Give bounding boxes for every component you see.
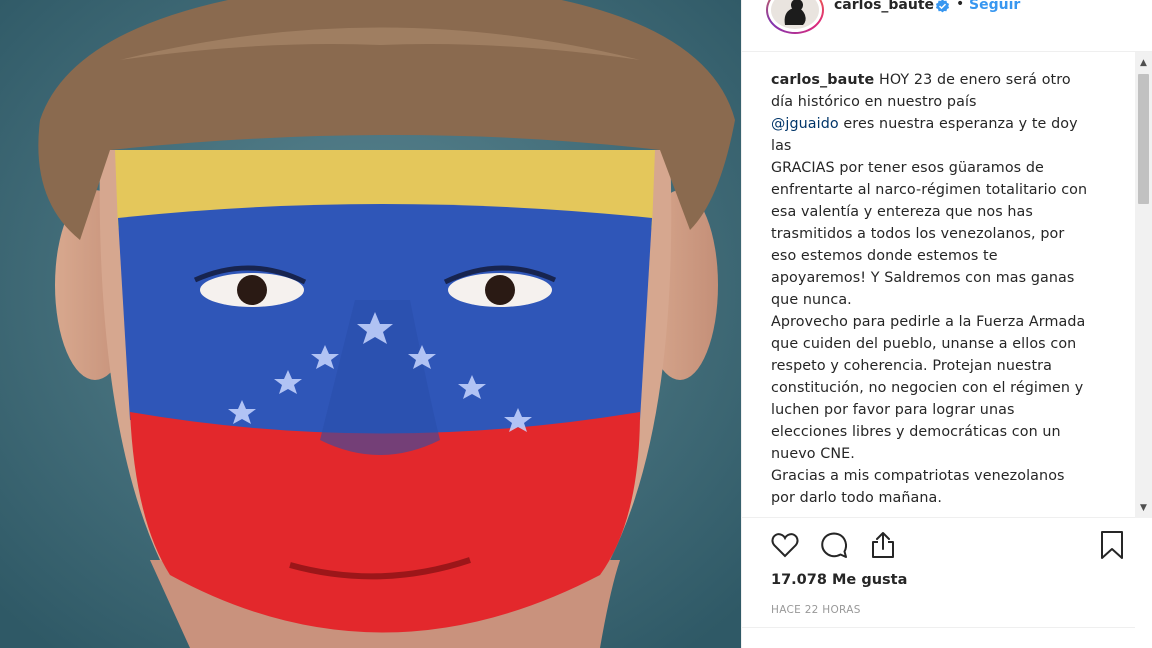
like-button[interactable]	[770, 530, 800, 560]
comment-divider	[742, 627, 1135, 628]
post-side-panel: carlos_baute • Seguir carlos_baute HOY 2…	[742, 0, 1152, 648]
caption-scroll-area[interactable]: carlos_baute HOY 23 de enero será otro d…	[742, 52, 1152, 518]
like-count[interactable]: 17.078 Me gusta	[771, 572, 907, 588]
caption-text-part-2: eres nuestra esperanza y te doy las GRAC…	[771, 116, 1088, 506]
post-photo[interactable]	[0, 0, 741, 648]
header-separator: •	[956, 0, 965, 12]
scroll-up-arrow-icon[interactable]: ▲	[1135, 54, 1152, 71]
post-caption: carlos_baute HOY 23 de enero será otro d…	[771, 69, 1111, 509]
heart-icon	[771, 533, 799, 558]
bookmark-icon	[1101, 531, 1123, 559]
post-username[interactable]: carlos_baute	[834, 0, 934, 13]
caption-scrollbar[interactable]: ▲ ▼	[1135, 52, 1152, 518]
verified-badge-icon	[935, 0, 950, 13]
share-icon	[872, 532, 894, 558]
avatar-frame	[768, 0, 822, 32]
share-button[interactable]	[868, 530, 898, 560]
save-button[interactable]	[1097, 530, 1127, 560]
post-header: carlos_baute • Seguir	[742, 0, 1152, 52]
post-timestamp[interactable]: HACE 22 HORAS	[771, 604, 861, 616]
post-actions-bar	[742, 518, 1152, 576]
avatar-image	[771, 0, 819, 29]
comment-icon	[821, 532, 848, 558]
caption-mention-link[interactable]: @jguaido	[771, 116, 839, 132]
comment-button[interactable]	[819, 530, 849, 560]
avatar-silhouette	[784, 0, 806, 25]
face-flag-painting	[0, 0, 741, 648]
scroll-down-arrow-icon[interactable]: ▼	[1135, 499, 1152, 516]
caption-username[interactable]: carlos_baute	[771, 72, 874, 88]
follow-button[interactable]: Seguir	[969, 0, 1020, 13]
instagram-post-view: carlos_baute • Seguir carlos_baute HOY 2…	[0, 0, 1152, 648]
avatar[interactable]	[766, 0, 824, 34]
scrollbar-thumb[interactable]	[1138, 74, 1149, 204]
